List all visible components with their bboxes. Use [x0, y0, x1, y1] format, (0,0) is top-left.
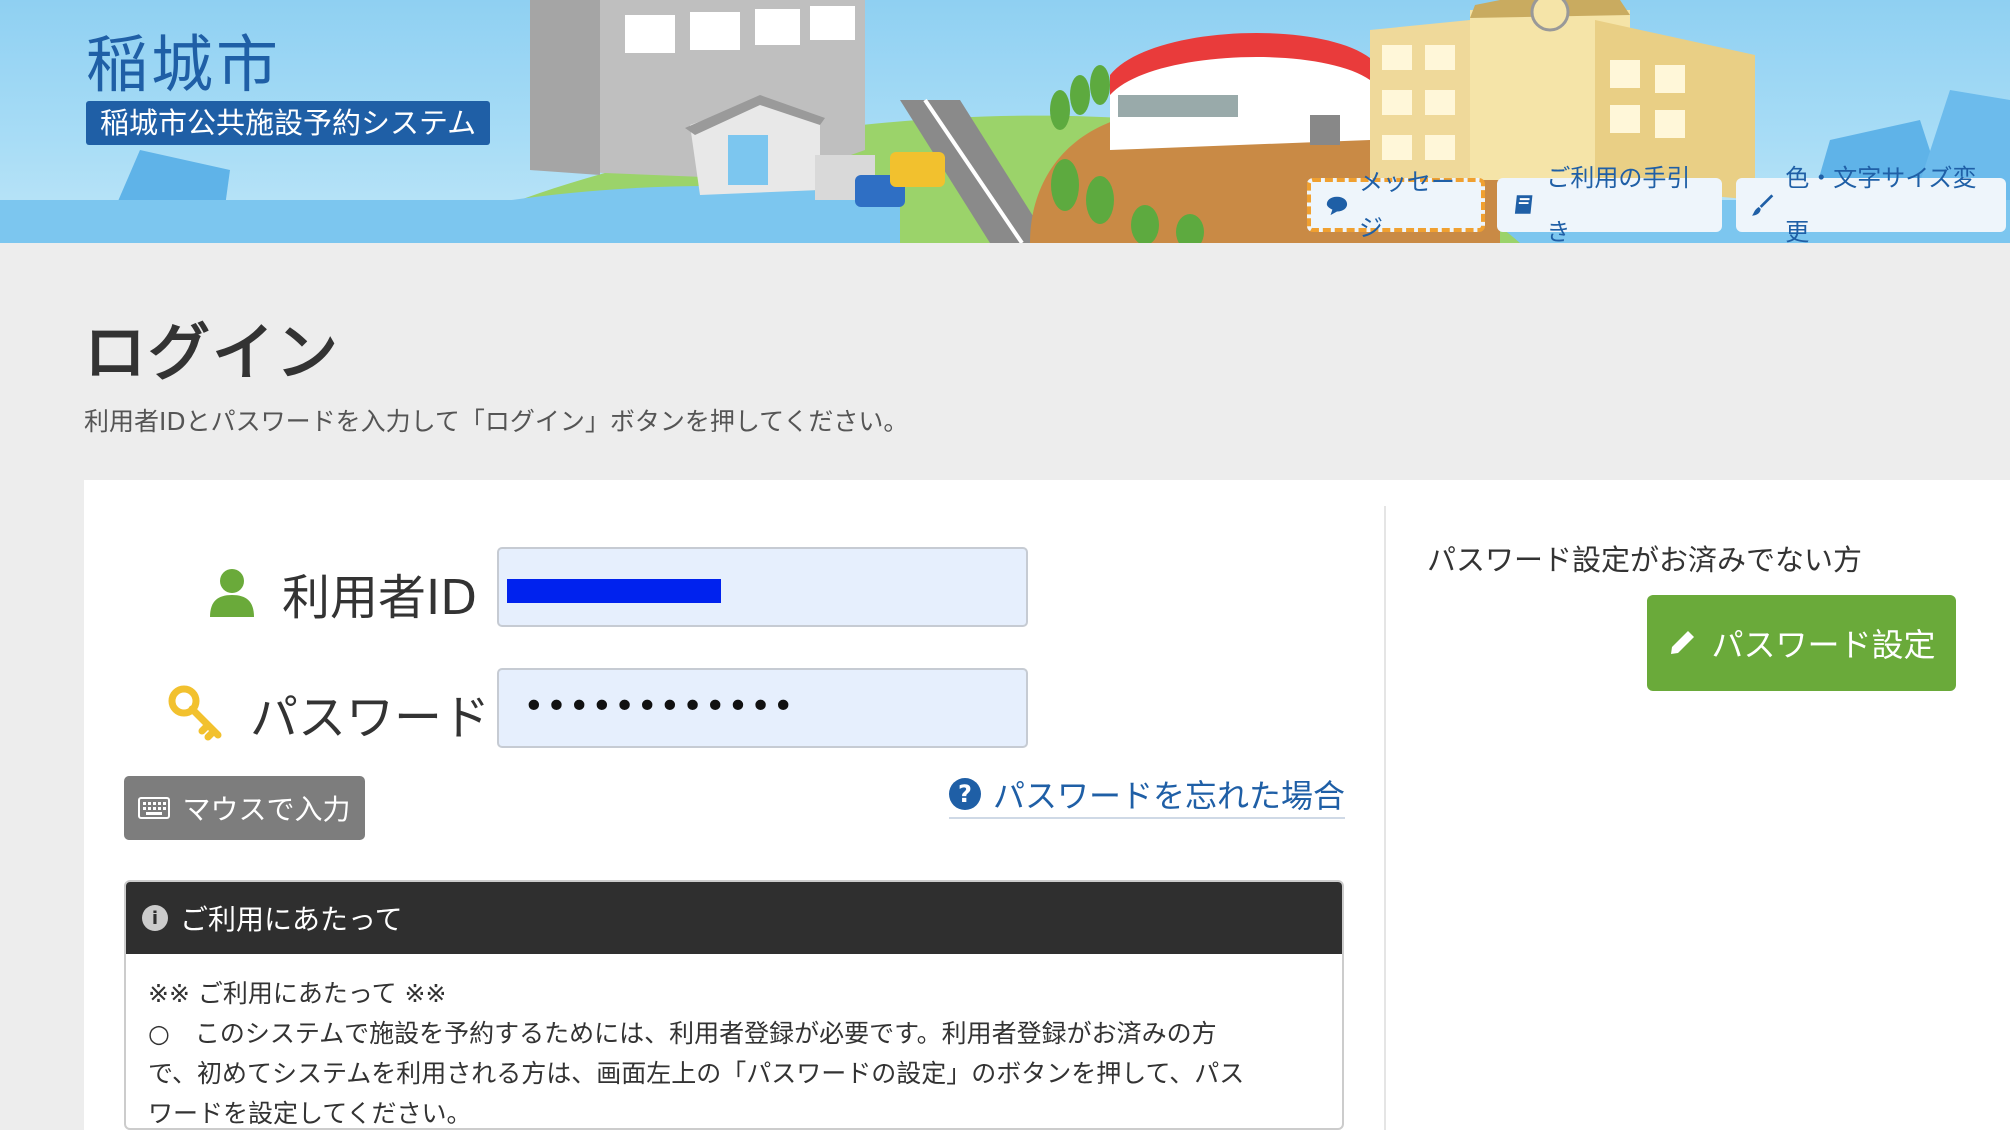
system-name-badge[interactable]: 稲城市公共施設予約システム	[86, 101, 491, 145]
book-icon	[1514, 195, 1533, 214]
forgot-password-label: パスワードを忘れた場合	[993, 777, 1346, 815]
password-label: パスワード	[250, 690, 491, 746]
password-setup-prompt: パスワード設定がお済みでない方	[1427, 543, 1863, 577]
paintbrush-icon	[1751, 194, 1774, 216]
keyboard-icon	[138, 797, 171, 819]
color-size-button[interactable]: 色・文字サイズ変更	[1736, 164, 2006, 243]
notice-heading: ※※ ご利用にあたって ※※	[148, 979, 447, 1008]
message-button-label: メッセージ	[1358, 168, 1455, 242]
question-circle-icon: ?	[949, 778, 981, 810]
user-id-input[interactable]	[497, 547, 1028, 627]
notice-header: i ご利用にあたって	[126, 882, 1342, 954]
password-setup-button[interactable]: パスワード設定	[1647, 595, 1956, 691]
notice-line: で、初めてシステムを利用される方は、画面左上の「パスワードの設定」のボタンを押し…	[148, 1059, 1245, 1088]
guide-button-label: ご利用の手引き	[1546, 164, 1691, 243]
notice-line: ○ このシステムで施設を予約するためには、利用者登録が必要です。利用者登録がお済…	[148, 1019, 1217, 1048]
user-icon	[210, 569, 254, 617]
color-size-button-label: 色・文字サイズ変更	[1785, 164, 1977, 243]
notice-title: ご利用にあたって	[180, 903, 403, 936]
page-description: 利用者IDとパスワードを入力して「ログイン」ボタンを押してください。	[84, 407, 909, 436]
user-id-label: 利用者ID	[282, 570, 478, 626]
usage-notice-panel: i ご利用にあたって ※※ ご利用にあたって ※※ ○ このシステムで施設を予約…	[124, 880, 1344, 1130]
password-setup-button-label: パスワード設定	[1711, 626, 1936, 664]
forgot-password-link[interactable]: ? パスワードを忘れた場合	[949, 775, 1346, 819]
card-divider	[1384, 506, 1386, 1130]
user-id-label-row: 利用者ID	[208, 558, 477, 628]
redacted-user-id	[507, 579, 721, 603]
notice-line: ワードを設定してください。	[148, 1099, 472, 1128]
info-icon: i	[142, 905, 168, 931]
header-banner: 稲城市 稲城市公共施設予約システム メッセージ ご利用の手引き 色・文字サイズ変…	[0, 0, 2010, 243]
notice-body: ※※ ご利用にあたって ※※ ○ このシステムで施設を予約するためには、利用者登…	[126, 954, 1342, 1128]
key-icon	[168, 685, 222, 741]
password-masked-value: ••••••••••••	[523, 686, 796, 727]
password-label-row: パスワード	[168, 678, 490, 748]
mouse-input-label: マウスで入力	[182, 793, 351, 826]
guide-button[interactable]: ご利用の手引き	[1497, 164, 1722, 243]
speech-bubble-icon	[1326, 196, 1348, 216]
mouse-input-button[interactable]: マウスで入力	[124, 776, 365, 840]
pencil-icon	[1671, 631, 1695, 654]
message-button[interactable]: メッセージ	[1307, 168, 1485, 242]
page-title: ログイン	[84, 316, 341, 389]
password-input[interactable]: ••••••••••••	[497, 668, 1028, 748]
city-name[interactable]: 稲城市	[86, 14, 281, 104]
